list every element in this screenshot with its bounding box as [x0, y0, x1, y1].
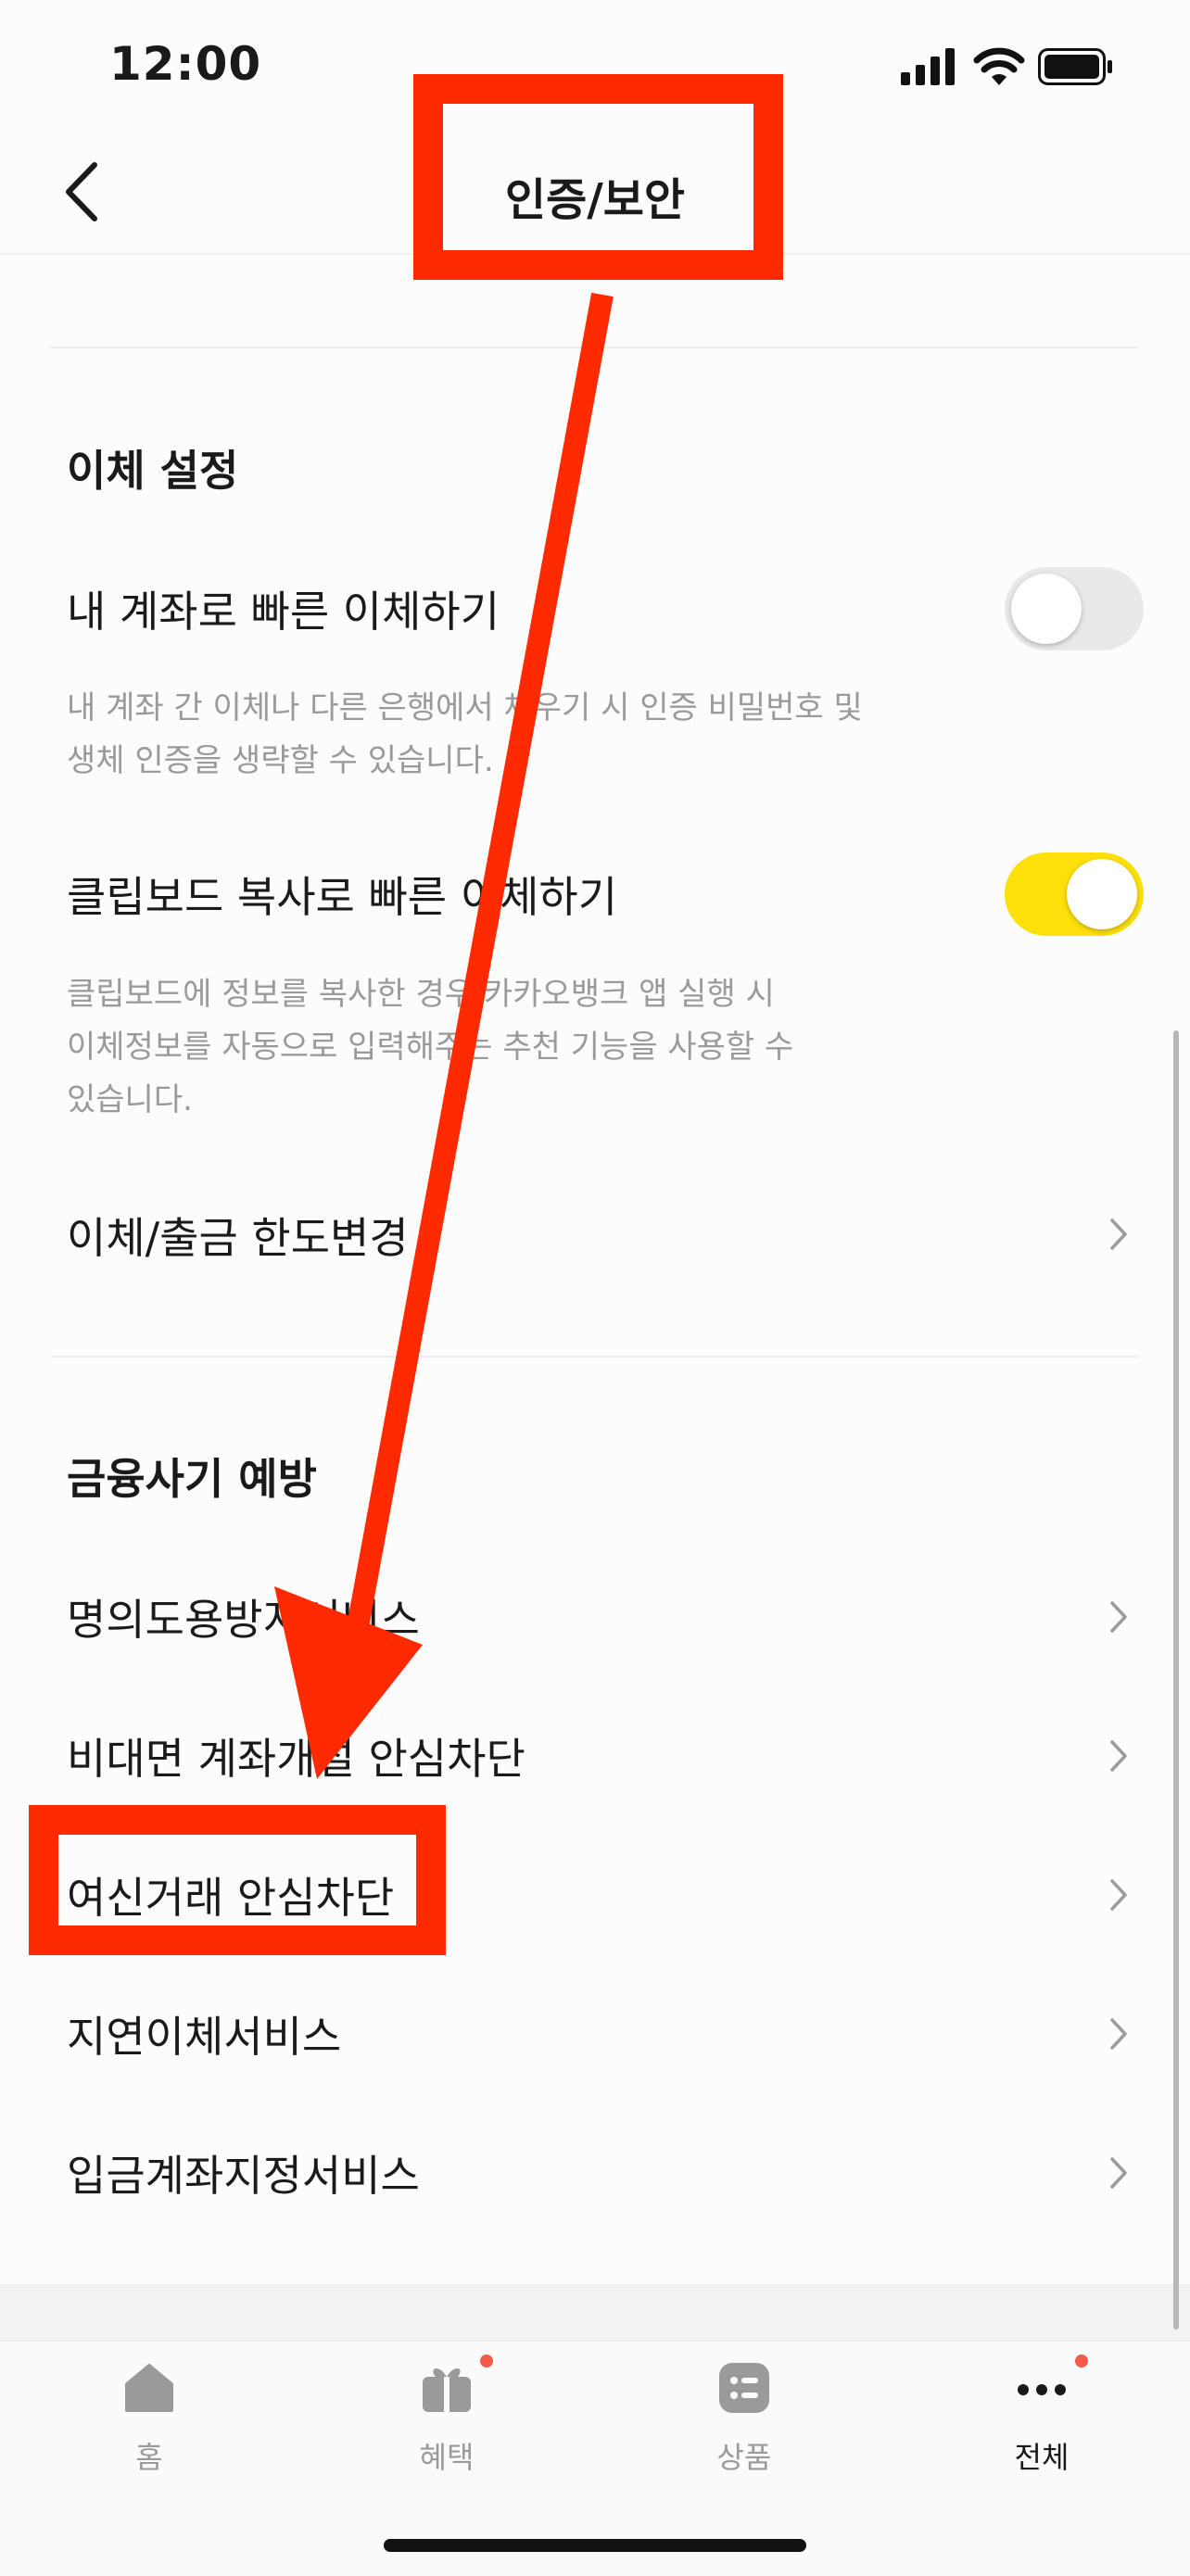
description-line: 내 계좌 간 이체나 다른 은행에서 채우기 시 인증 비밀번호 및 [67, 689, 863, 726]
description-line: 클립보드에 정보를 복사한 경우 카카오뱅크 앱 실행 시 [67, 976, 775, 1013]
setting-label: 내 계좌로 빠른 이체하기 [67, 587, 500, 637]
status-time: 12:00 [109, 37, 262, 91]
menu-item-label: 여신거래 안심차단 [67, 1873, 395, 1923]
menu-item-label: 비대면 계좌개설 안심차단 [67, 1734, 525, 1784]
setting-label: 클립보드 복사로 빠른 이체하기 [67, 872, 618, 922]
description-line: 있습니다. [67, 1081, 193, 1118]
home-indicator [384, 2539, 806, 2552]
tab-label: 홈 [135, 2440, 163, 2475]
chevron-right-icon [1110, 1601, 1127, 1633]
product-list-icon [719, 2363, 769, 2413]
notification-badge [480, 2355, 493, 2368]
chevron-right-icon [1110, 2157, 1127, 2189]
chevron-right-icon [1110, 1879, 1127, 1911]
section-title-transfer: 이체 설정 [67, 446, 239, 496]
menu-item-label: 명의도용방지서비스 [67, 1595, 420, 1645]
toggle-knob [1011, 574, 1082, 644]
setting-description: 내 계좌 간 이체나 다른 은행에서 채우기 시 인증 비밀번호 및 생체 인증… [67, 682, 919, 788]
section-divider [50, 1356, 1138, 1357]
cellular-signal-icon [901, 48, 955, 85]
toggle-knob [1067, 859, 1137, 929]
tab-label: 혜택 [419, 2440, 475, 2475]
own-account-fast-transfer-toggle[interactable] [1005, 567, 1144, 650]
nav-header: 인증/보안 [0, 130, 1190, 255]
tab-all[interactable]: 전체 [949, 2342, 1134, 2527]
description-line: 이체정보를 자동으로 입력해주는 추천 기능을 사용할 수 [67, 1029, 794, 1066]
chevron-right-icon [1110, 1219, 1127, 1250]
page-title: 인증/보안 [504, 174, 686, 226]
setting-label: 이체/출금 한도변경 [67, 1213, 409, 1263]
section-title-fraud-prevention: 금융사기 예방 [67, 1454, 317, 1504]
tab-products[interactable]: 상품 [652, 2342, 837, 2527]
tab-label: 상품 [716, 2440, 772, 2475]
scroll-indicator [1173, 1030, 1179, 2330]
tab-label: 전체 [1014, 2440, 1070, 2475]
notification-badge [1075, 2355, 1088, 2368]
section-divider [50, 347, 1138, 348]
clipboard-fast-transfer-toggle[interactable] [1005, 852, 1144, 936]
menu-item-label: 입금계좌지정서비스 [67, 2151, 420, 2201]
menu-item-label: 지연이체서비스 [67, 2012, 342, 2062]
tab-benefits[interactable]: 혜택 [354, 2342, 539, 2527]
home-icon [125, 2364, 173, 2412]
status-bar: 12:00 [0, 0, 1190, 130]
chevron-right-icon [1110, 1740, 1127, 1772]
chevron-right-icon [1110, 2018, 1127, 2050]
setting-description: 클립보드에 정보를 복사한 경우 카카오뱅크 앱 실행 시 이체정보를 자동으로… [67, 968, 919, 1127]
more-dots-icon [1018, 2384, 1066, 2395]
battery-icon [1038, 48, 1112, 85]
content-bottom-band [0, 2284, 1190, 2340]
gift-icon [423, 2368, 471, 2412]
description-line: 생체 인증을 생략할 수 있습니다. [67, 742, 494, 779]
tab-home[interactable]: 홈 [57, 2342, 242, 2527]
wifi-icon [973, 47, 1025, 85]
